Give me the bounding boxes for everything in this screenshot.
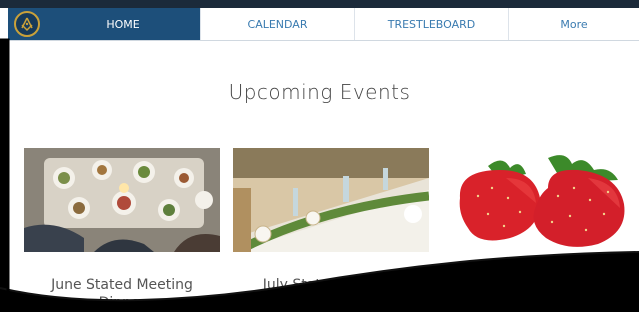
- page: HOME CALENDAR TRESTLEBOARD More Upcoming…: [0, 0, 639, 312]
- torn-edge-overlay: [0, 38, 639, 312]
